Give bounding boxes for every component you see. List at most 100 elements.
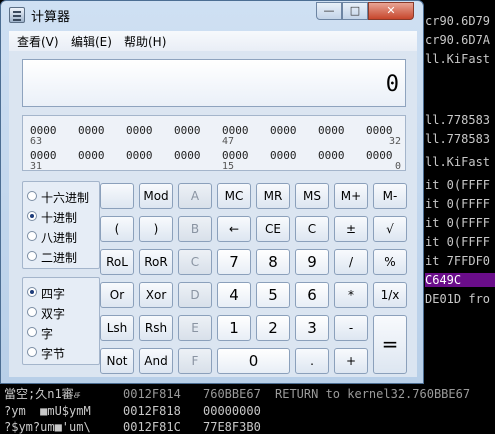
radio-button-icon[interactable] — [27, 191, 37, 201]
key-lsh[interactable]: Lsh — [100, 315, 134, 341]
console-line: ll.778583 — [425, 113, 491, 127]
stack-address: 0012F818 — [123, 404, 181, 418]
key-ce[interactable]: CE — [256, 216, 290, 242]
key-not[interactable]: Not — [100, 348, 134, 374]
menu-help[interactable]: 帮助(H) — [124, 33, 166, 50]
key-4[interactable]: 4 — [217, 282, 251, 308]
bit-index-label: 15 — [222, 161, 235, 172]
key-c[interactable]: C — [295, 216, 329, 242]
key-2[interactable]: 2 — [256, 315, 290, 341]
key-d[interactable]: D — [178, 282, 212, 308]
key-a[interactable]: A — [178, 183, 212, 209]
key-rsh[interactable]: Rsh — [139, 315, 173, 341]
key-7[interactable]: 7 — [217, 249, 251, 275]
key-ms[interactable]: MS — [295, 183, 329, 209]
key-sym-1-3[interactable]: ← — [217, 216, 251, 242]
key-mod[interactable]: Mod — [139, 183, 173, 209]
key-ror[interactable]: RoR — [139, 249, 173, 275]
console-line: ll.KiFast — [425, 52, 491, 66]
number-base-option[interactable]: 十进制 — [27, 208, 97, 226]
console-dump-line: ?ym ■mU$ymM — [4, 404, 91, 418]
key-1x[interactable]: 1/x — [373, 282, 407, 308]
key-sym-1-6[interactable]: ± — [334, 216, 368, 242]
number-base-option-label: 十进制 — [41, 211, 78, 225]
key-mc[interactable]: MC — [217, 183, 251, 209]
word-size-option-label: 双字 — [41, 307, 66, 321]
stack-address: 0012F81C — [123, 420, 181, 434]
bit-group[interactable]: 0000 — [126, 149, 153, 162]
key-sym-2-7[interactable]: % — [373, 249, 407, 275]
bit-group[interactable]: 0000 — [126, 124, 153, 137]
bit-group[interactable]: 0000 — [78, 124, 105, 137]
key-blank[interactable] — [100, 183, 134, 209]
key-and[interactable]: And — [139, 348, 173, 374]
radio-button-icon[interactable] — [27, 327, 37, 337]
bit-group[interactable]: 0000 — [270, 149, 297, 162]
word-size-option[interactable]: 双字 — [27, 304, 97, 322]
key-sym-1-7[interactable]: √ — [373, 216, 407, 242]
word-size-option[interactable]: 四字 — [27, 284, 97, 302]
number-base-option[interactable]: 二进制 — [27, 248, 97, 266]
key-1[interactable]: 1 — [217, 315, 251, 341]
key-9[interactable]: 9 — [295, 249, 329, 275]
key-f[interactable]: F — [178, 348, 212, 374]
key-3[interactable]: 3 — [295, 315, 329, 341]
bit-index-label: 32 — [388, 136, 401, 147]
radio-button-icon[interactable] — [27, 347, 37, 357]
key-sym-3-6[interactable]: * — [334, 282, 368, 308]
key-m[interactable]: M+ — [334, 183, 368, 209]
maximize-button[interactable]: □ — [342, 2, 368, 20]
key-or[interactable]: Or — [100, 282, 134, 308]
key-sym-4-6[interactable]: - — [334, 315, 368, 341]
bit-group[interactable]: 0000 — [78, 149, 105, 162]
key-5[interactable]: 5 — [256, 282, 290, 308]
key-e[interactable]: E — [178, 315, 212, 341]
title-bar[interactable]: 计算器 — □ ✕ — [1, 1, 423, 29]
bit-group[interactable]: 0000 — [174, 124, 201, 137]
key-sym-5-4[interactable]: . — [295, 348, 329, 374]
radio-button-icon[interactable] — [27, 231, 37, 241]
key-8[interactable]: 8 — [256, 249, 290, 275]
console-dump-line: 當空;久n1審ச — [4, 387, 81, 401]
word-size-option-label: 字节 — [41, 347, 66, 361]
key-c[interactable]: C — [178, 249, 212, 275]
key-sym-5-5[interactable]: + — [334, 348, 368, 374]
key-sym-1-0[interactable]: ( — [100, 216, 134, 242]
bit-index-label: 31 — [30, 161, 43, 172]
key-0[interactable]: 0 — [217, 348, 290, 374]
key-sym-4-7[interactable]: = — [373, 315, 407, 374]
stack-value: 760BBE67 — [203, 387, 261, 401]
menu-edit[interactable]: 编辑(E) — [71, 33, 112, 50]
console-line: ll.778583 — [425, 132, 491, 146]
bit-group[interactable]: 0000 — [174, 149, 201, 162]
bit-group[interactable]: 0000 — [318, 149, 345, 162]
bit-group[interactable]: 0000 — [366, 149, 393, 162]
radio-button-icon[interactable] — [27, 307, 37, 317]
stack-value: 00000000 — [203, 404, 261, 418]
calculator-body: 0 0000 0000 0000 0000 0000 0000 0000 0000 6 3 4 7 32… — [9, 51, 417, 377]
console-line: cr90.6D79 — [425, 14, 491, 28]
word-size-option[interactable]: 字节 — [27, 344, 97, 362]
key-6[interactable]: 6 — [295, 282, 329, 308]
key-xor[interactable]: Xor — [139, 282, 173, 308]
number-base-option-label: 二进制 — [41, 251, 78, 265]
key-m[interactable]: M- — [373, 183, 407, 209]
number-base-option[interactable]: 八进制 — [27, 228, 97, 246]
key-rol[interactable]: RoL — [100, 249, 134, 275]
radio-button-icon[interactable] — [27, 251, 37, 261]
radio-button-icon[interactable] — [27, 287, 37, 297]
menu-view[interactable]: 查看(V) — [17, 33, 59, 50]
minimize-button[interactable]: — — [316, 2, 342, 20]
key-mr[interactable]: MR — [256, 183, 290, 209]
bit-group[interactable]: 0000 — [270, 124, 297, 137]
key-b[interactable]: B — [178, 216, 212, 242]
bit-group[interactable]: 0000 — [318, 124, 345, 137]
console-line: it 0(FFFF — [425, 235, 491, 249]
key-sym-2-6[interactable]: / — [334, 249, 368, 275]
number-base-option[interactable]: 十六进制 — [27, 188, 97, 206]
console-line: it 7FFDF0 — [425, 254, 491, 268]
key-sym-1-1[interactable]: ) — [139, 216, 173, 242]
radio-button-icon[interactable] — [27, 211, 37, 221]
close-button[interactable]: ✕ — [368, 2, 414, 20]
word-size-option[interactable]: 字 — [27, 324, 97, 342]
